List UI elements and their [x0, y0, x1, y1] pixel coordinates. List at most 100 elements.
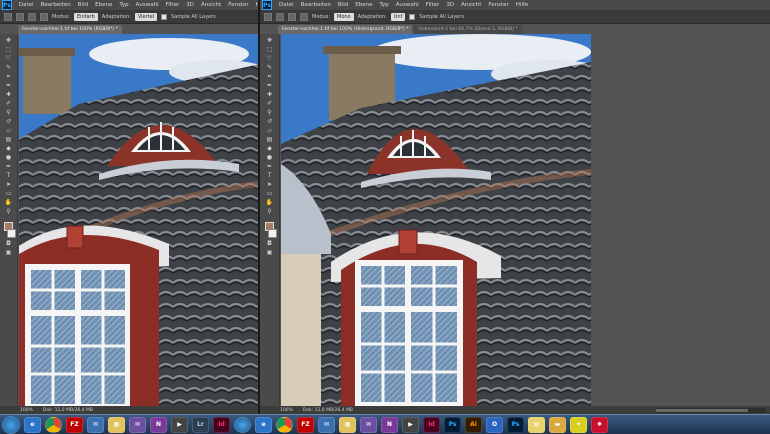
- filezilla-icon[interactable]: FZ: [66, 416, 83, 433]
- healing-tool-icon[interactable]: ✚: [4, 92, 13, 98]
- eraser-tool-icon[interactable]: ▱: [265, 128, 274, 134]
- menu-window[interactable]: Fenster: [488, 2, 508, 8]
- dodge-tool-icon[interactable]: ●: [265, 155, 274, 161]
- shape-tool-icon[interactable]: ▭: [265, 191, 274, 197]
- menu-view[interactable]: Ansicht: [461, 2, 481, 8]
- menu-select[interactable]: Auswahl: [136, 2, 159, 8]
- outlook-icon[interactable]: O: [486, 416, 503, 433]
- indesign-icon-2[interactable]: Id: [423, 416, 440, 433]
- lasso-tool-icon[interactable]: ➰: [4, 56, 13, 62]
- menu-filter[interactable]: Filter: [426, 2, 440, 8]
- thunderbird-icon-2[interactable]: ✉: [318, 416, 335, 433]
- lightroom-icon[interactable]: Lr: [192, 416, 209, 433]
- brush-tool-icon[interactable]: ✐: [265, 101, 274, 107]
- marquee-tool-icon[interactable]: ⬚: [4, 47, 13, 53]
- shape-tool-icon[interactable]: ▭: [4, 191, 13, 197]
- photoshop-icon[interactable]: Ps: [444, 416, 461, 433]
- eyedropper-tool-icon[interactable]: ✒: [4, 83, 13, 89]
- eraser-tool-icon[interactable]: ▱: [4, 128, 13, 134]
- adaptation-dropdown[interactable]: Viertel: [134, 13, 158, 21]
- windows-start-icon[interactable]: [234, 416, 251, 433]
- selection-add-icon[interactable]: [288, 13, 296, 21]
- chrome-icon[interactable]: [45, 416, 62, 433]
- menu-layer[interactable]: Ebene: [95, 2, 112, 8]
- pen-tool-icon[interactable]: ✒: [4, 164, 13, 170]
- menu-file[interactable]: Datei: [19, 2, 34, 8]
- history-brush-icon[interactable]: ↺: [265, 119, 274, 125]
- onenote-icon[interactable]: N: [150, 416, 167, 433]
- menu-window[interactable]: Fenster: [228, 2, 248, 8]
- quick-select-tool-icon[interactable]: ✎: [4, 65, 13, 71]
- zoom-tool-icon[interactable]: ⚲: [265, 209, 274, 215]
- menu-select[interactable]: Auswahl: [396, 2, 419, 8]
- internet-explorer-icon[interactable]: e: [24, 416, 41, 433]
- move-tool-icon[interactable]: ✥: [4, 38, 13, 44]
- illustrator-icon[interactable]: Ai: [465, 416, 482, 433]
- ie-icon-2[interactable]: e: [255, 416, 272, 433]
- stamp-tool-icon[interactable]: ⚲: [265, 110, 274, 116]
- quick-mask-icon[interactable]: ◘: [4, 241, 13, 247]
- menu-edit[interactable]: Bearbeiten: [41, 2, 71, 8]
- quick-select-tool-icon[interactable]: ✎: [265, 65, 274, 71]
- chrome-icon-2[interactable]: [276, 416, 293, 433]
- tool-preset-icon[interactable]: [4, 13, 12, 21]
- menu-file[interactable]: Datei: [279, 2, 294, 8]
- menu-3d[interactable]: 3D: [186, 2, 194, 8]
- acrobat-icon[interactable]: ✸: [591, 416, 608, 433]
- blur-tool-icon[interactable]: ◆: [4, 146, 13, 152]
- menu-image[interactable]: Bild: [78, 2, 88, 8]
- thunderbird-icon[interactable]: ✉: [87, 416, 104, 433]
- brush-tool-icon[interactable]: ✐: [4, 101, 13, 107]
- zoom-tool-icon[interactable]: ⚲: [4, 209, 13, 215]
- folder-icon[interactable]: ▬: [549, 416, 566, 433]
- dodge-tool-icon[interactable]: ●: [4, 155, 13, 161]
- menu-type[interactable]: Typ: [119, 2, 128, 8]
- document-tab[interactable]: Fenster-nachher.1.tif bei 100% (RGB/8*) …: [18, 25, 122, 34]
- healing-tool-icon[interactable]: ✚: [265, 92, 274, 98]
- menu-view[interactable]: Ansicht: [201, 2, 221, 8]
- tool-preset-icon[interactable]: [264, 13, 272, 21]
- gradient-tool-icon[interactable]: ▤: [265, 137, 274, 143]
- selection-subtract-icon[interactable]: [300, 13, 308, 21]
- path-select-icon[interactable]: ➤: [4, 182, 13, 188]
- onenote-icon-2[interactable]: N: [381, 416, 398, 433]
- zoom-level[interactable]: 100%: [20, 408, 33, 413]
- media-icon-2[interactable]: ▶: [402, 416, 419, 433]
- sample-all-layers-checkbox[interactable]: [409, 14, 416, 20]
- pen-tool-icon[interactable]: ✒: [265, 164, 274, 170]
- screen-mode-icon[interactable]: ▣: [4, 250, 13, 256]
- background-color-swatch[interactable]: [268, 229, 277, 238]
- hand-tool-icon[interactable]: ✋: [265, 200, 274, 206]
- screen-mode-icon[interactable]: ▣: [265, 250, 274, 256]
- file-explorer-icon[interactable]: ▦: [108, 416, 125, 433]
- menu-filter[interactable]: Filter: [166, 2, 180, 8]
- mail-icon-2[interactable]: ✉: [360, 416, 377, 433]
- document-canvas[interactable]: [281, 34, 591, 406]
- mode-dropdown[interactable]: Mono: [334, 13, 354, 21]
- crop-tool-icon[interactable]: ⌗: [4, 74, 13, 80]
- notes-icon[interactable]: ▤: [528, 416, 545, 433]
- blur-tool-icon[interactable]: ◆: [265, 146, 274, 152]
- selection-new-icon[interactable]: [16, 13, 24, 21]
- selection-add-icon[interactable]: [28, 13, 36, 21]
- adaptation-dropdown[interactable]: Unf: [390, 13, 406, 21]
- selection-subtract-icon[interactable]: [40, 13, 48, 21]
- mode-dropdown[interactable]: Einfarb: [74, 13, 98, 21]
- background-color-swatch[interactable]: [7, 229, 16, 238]
- runner-icon[interactable]: ✦: [570, 416, 587, 433]
- hand-tool-icon[interactable]: ✋: [4, 200, 13, 206]
- horizontal-scrollbar[interactable]: [656, 408, 766, 413]
- mail-icon[interactable]: ✉: [129, 416, 146, 433]
- menu-type[interactable]: Typ: [379, 2, 388, 8]
- photoshop-icon-2[interactable]: Ps: [507, 416, 524, 433]
- zoom-level[interactable]: 100%: [280, 408, 293, 413]
- selection-new-icon[interactable]: [276, 13, 284, 21]
- filezilla-icon-2[interactable]: FZ: [297, 416, 314, 433]
- menu-layer[interactable]: Ebene: [355, 2, 372, 8]
- menu-3d[interactable]: 3D: [446, 2, 454, 8]
- scrollbar-thumb[interactable]: [656, 409, 748, 412]
- menu-help[interactable]: Hilfe: [516, 2, 529, 8]
- document-tab-inactive[interactable]: Unbenannt-1 bei 66,7% (Ebene 1, RGB/8) *: [414, 25, 522, 34]
- eyedropper-tool-icon[interactable]: ✒: [265, 83, 274, 89]
- document-canvas[interactable]: [19, 34, 260, 406]
